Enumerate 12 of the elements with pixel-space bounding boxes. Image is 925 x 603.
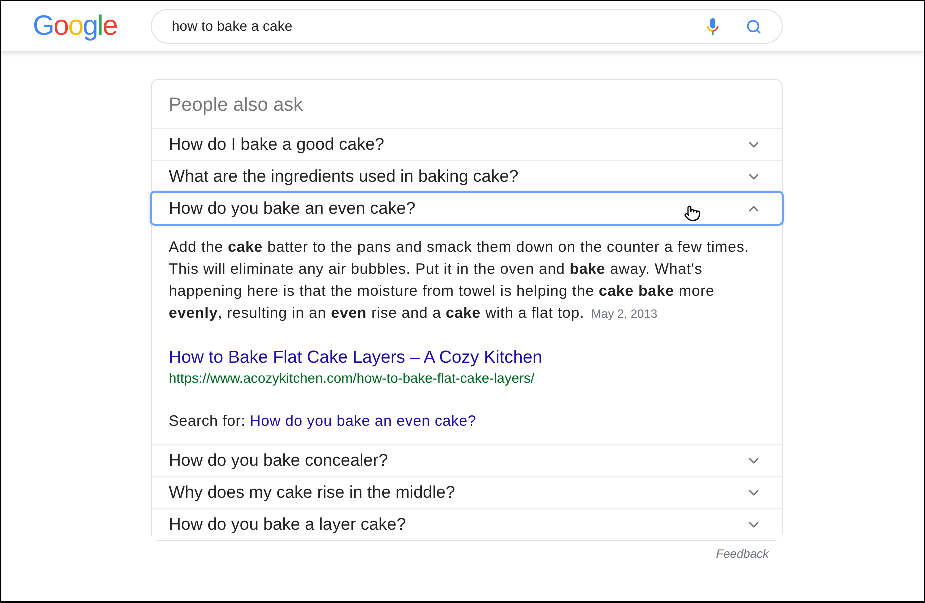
- microphone-icon[interactable]: [707, 18, 719, 36]
- answer-snippet: Add the cake batter to the pans and smack them down on the counter a few times. This will eliminate any air bubbles. Put it in the oven and bake away. What's happening here is that the moisture from towel is helping the cake bake more evenly, resulting in an even rise and a cake with a flat top. May 2, 2013: [169, 238, 750, 324]
- search-field[interactable]: how to bake a cake: [151, 9, 783, 44]
- search-for-label: Search for:: [169, 413, 246, 430]
- google-logo[interactable]: Google: [33, 10, 118, 40]
- source-url: https://www.acozykitchen.com/how-to-bake-flat-cake-layers/: [169, 370, 535, 388]
- source-title-link[interactable]: How to Bake Flat Cake Layers – A Cozy Kitchen: [169, 346, 543, 368]
- search-icon[interactable]: [746, 18, 762, 34]
- section-heading: People also ask: [169, 94, 304, 118]
- search-for-link[interactable]: How do you bake an even cake?: [250, 413, 476, 430]
- feedback-link[interactable]: Feedback: [716, 545, 769, 563]
- question-toggle[interactable]: How do you bake an even cake?: [152, 193, 782, 224]
